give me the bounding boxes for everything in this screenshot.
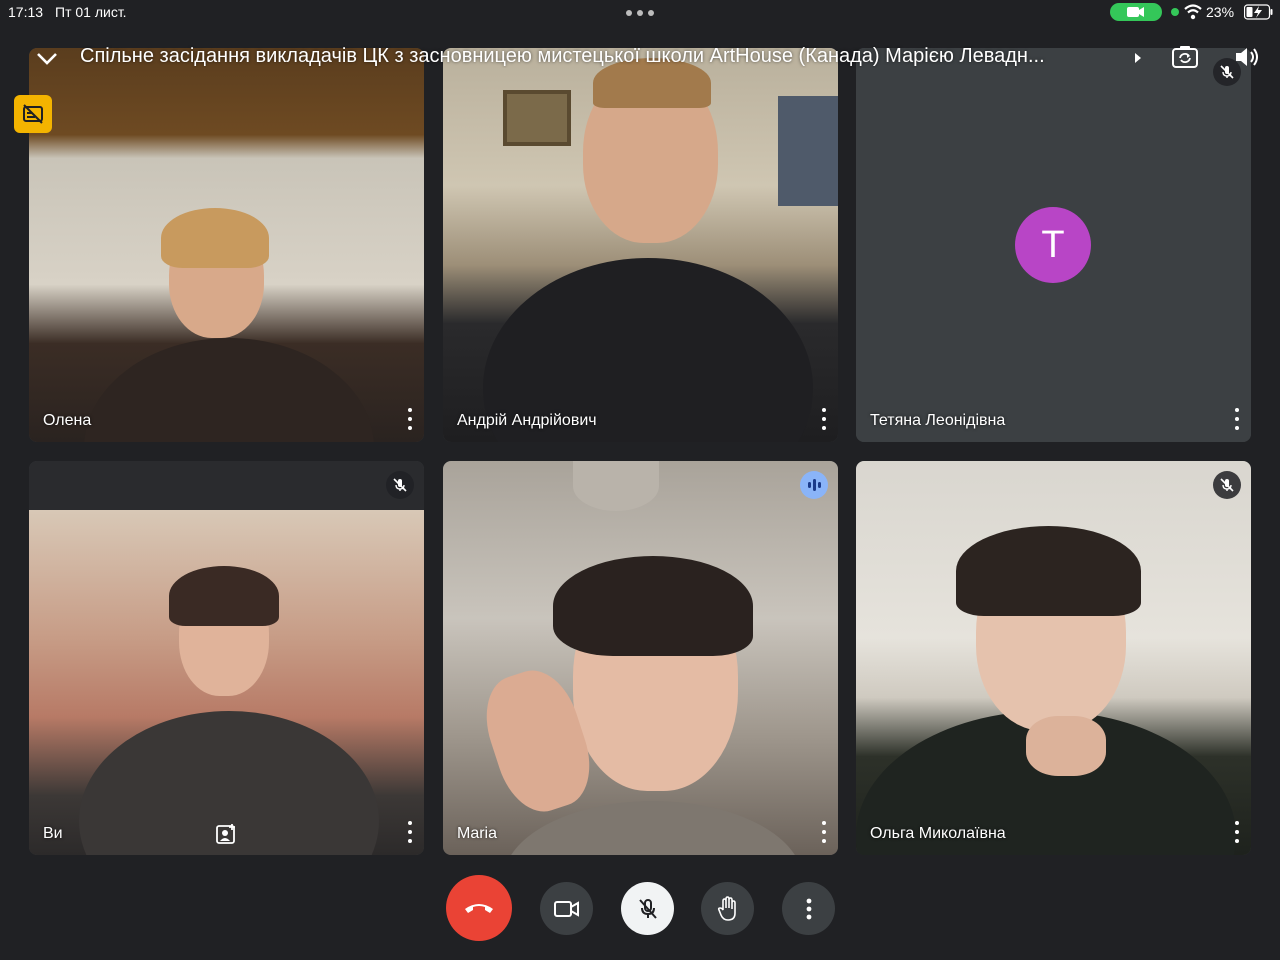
play-arrow-icon[interactable] (1130, 48, 1146, 68)
self-video-preview (29, 461, 424, 855)
multitasking-dots-icon[interactable] (626, 10, 654, 16)
camera-in-use-indicator-icon (1110, 3, 1162, 21)
more-vert-icon (806, 898, 811, 919)
switch-camera-icon[interactable] (1170, 43, 1200, 71)
battery-charging-icon (1244, 4, 1273, 20)
effects-person-icon[interactable] (215, 823, 237, 845)
participant-video (29, 48, 424, 442)
participant-name: Ольга Миколаївна (870, 825, 1006, 842)
more-vert-icon[interactable] (404, 821, 416, 843)
participant-name: Maria (457, 825, 498, 842)
speaker-volume-icon[interactable] (1232, 43, 1262, 71)
more-vert-icon[interactable] (1231, 821, 1243, 843)
participant-name: Олена (43, 412, 92, 429)
battery-percent: 23% (1206, 4, 1235, 20)
meeting-title[interactable]: Спільне засідання викладачів ЦК з заснов… (80, 45, 1124, 68)
camera-toggle-button[interactable] (540, 882, 593, 935)
avatar-letter: T (1041, 223, 1065, 266)
end-call-icon (465, 904, 493, 913)
captions-off-badge-icon[interactable] (14, 95, 52, 133)
speaking-indicator-icon (800, 471, 828, 499)
status-time: 17:13 (8, 4, 44, 20)
participant-name: Тетяна Леонідівна (870, 412, 1006, 429)
participant-tile-andriy[interactable]: Андрій Андрійович (443, 48, 838, 442)
mic-off-icon (1213, 471, 1241, 499)
participant-tile-tetyana[interactable]: T Тетяна Леонідівна (856, 48, 1251, 442)
more-vert-icon[interactable] (404, 408, 416, 430)
participant-tile-olha[interactable]: Ольга Миколаївна (856, 461, 1251, 855)
participant-tile-maria[interactable]: Maria (443, 461, 838, 855)
mic-off-icon (638, 898, 657, 919)
avatar: T (1015, 207, 1091, 283)
mic-off-icon (386, 471, 414, 499)
call-controls (0, 874, 1280, 944)
participant-video (443, 461, 838, 855)
status-date: Пт 01 лист. (55, 4, 127, 20)
participant-tile-olena[interactable]: Олена (29, 48, 424, 442)
end-call-button[interactable] (446, 875, 512, 941)
participant-video (856, 461, 1251, 855)
more-options-button[interactable] (782, 882, 835, 935)
wifi-icon (1184, 4, 1202, 20)
raise-hand-icon (717, 895, 736, 921)
camera-icon (553, 900, 579, 917)
status-bar: 17:13 Пт 01 лист. 23% (0, 0, 1280, 26)
raise-hand-button[interactable] (701, 882, 754, 935)
more-vert-icon[interactable] (818, 408, 830, 430)
chevron-down-icon[interactable] (34, 46, 60, 70)
participant-name: Андрій Андрійович (457, 412, 597, 429)
participant-video (443, 48, 838, 442)
meeting-header: Спільне засідання викладачів ЦК з заснов… (0, 38, 1280, 78)
mic-toggle-button[interactable] (621, 882, 674, 935)
participant-name: Ви (43, 825, 63, 842)
more-vert-icon[interactable] (1231, 408, 1243, 430)
privacy-dot-icon (1171, 8, 1179, 16)
more-vert-icon[interactable] (818, 821, 830, 843)
participant-tile-self[interactable]: Ви (29, 461, 424, 855)
